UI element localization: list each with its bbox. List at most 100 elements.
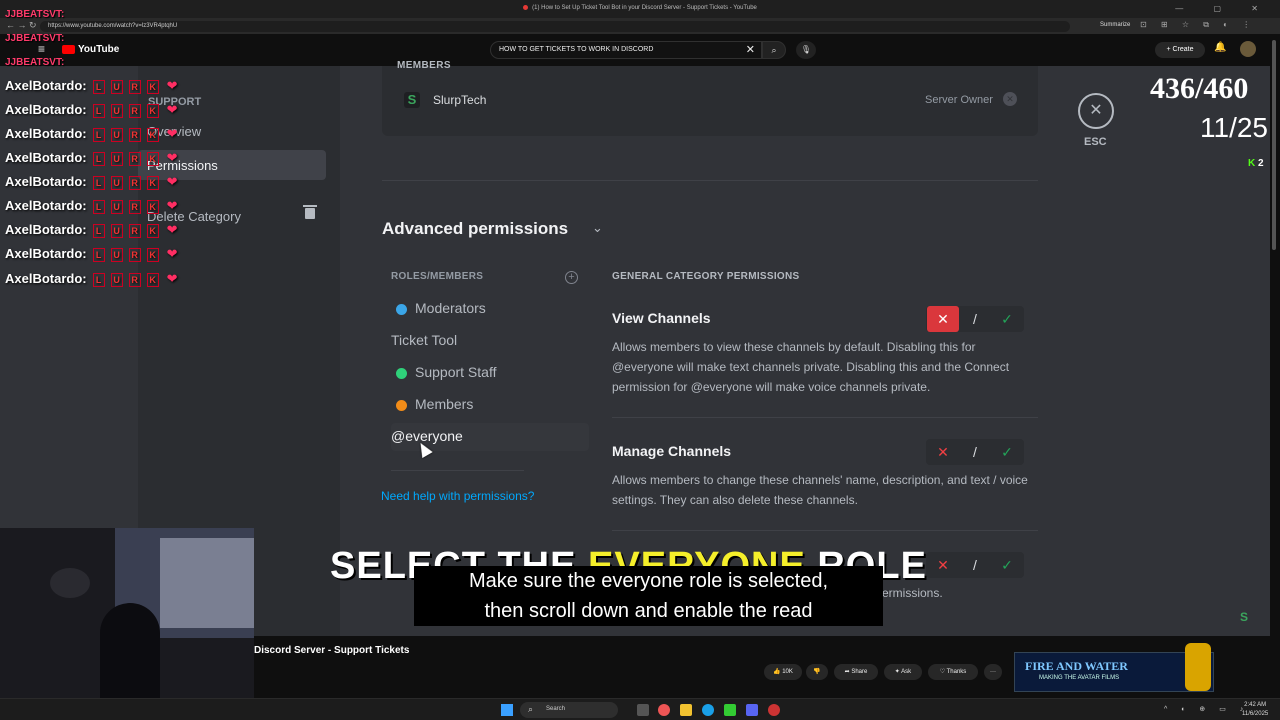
notifications-bell-icon[interactable]: 🔔 (1214, 42, 1226, 53)
emote-icon: R (128, 175, 141, 190)
discord-icon[interactable] (746, 704, 758, 716)
chat-line: AxelBotardo: L U R K ❤ (5, 222, 178, 238)
emote-icon: R (128, 199, 141, 214)
chat-line: AxelBotardo: L U R K ❤ (5, 102, 178, 118)
heart-icon: ❤ (166, 102, 178, 117)
member-name: SlurpTech (433, 93, 487, 107)
allow-check-icon[interactable]: ✓ (991, 552, 1023, 578)
heart-icon: ❤ (166, 271, 178, 286)
file-explorer-icon[interactable] (680, 704, 692, 716)
more-actions-button[interactable]: ··· (984, 664, 1002, 680)
back-forward-reload-icons[interactable]: ← → ↻ (6, 20, 37, 31)
hamburger-menu-icon[interactable]: ≡ (38, 42, 45, 56)
members-header: MEMBERS (397, 60, 451, 71)
subtitle-box: Make sure the everyone role is selected,… (414, 566, 883, 626)
microphone-icon[interactable]: 🎙 (796, 41, 816, 59)
extension-icons[interactable]: ⊡ ⊞ ☆ ⧉ ◐ ⋮ (1140, 20, 1256, 30)
chrome-icon[interactable] (658, 704, 670, 716)
allow-check-icon[interactable]: ✓ (991, 439, 1023, 465)
neutral-icon[interactable]: / (959, 552, 991, 578)
emote-icon: L (92, 272, 105, 287)
permission-divider (612, 530, 1038, 531)
permissions-help-link[interactable]: Need help with permissions? (381, 489, 534, 503)
summarize-button[interactable]: Summarize (1100, 22, 1130, 28)
neutral-icon[interactable]: / (959, 306, 991, 332)
emote-icon: R (128, 247, 141, 262)
trash-icon[interactable] (303, 205, 317, 219)
permission-name: Manage Channels (612, 443, 732, 459)
advanced-permissions-title[interactable]: Advanced permissions (382, 219, 568, 239)
search-icon[interactable]: ⌕ (762, 41, 786, 59)
search-input[interactable]: HOW TO GET TICKETS TO WORK IN DISCORD ✕ (490, 41, 762, 59)
ask-button[interactable]: ✦ Ask (884, 664, 922, 680)
emote-icon: U (110, 199, 123, 214)
browser-title-bar: (1) How to Set Up Ticket Tool Bot in you… (0, 0, 1280, 18)
role-item-support-staff[interactable]: Support Staff (391, 359, 589, 387)
remove-member-icon[interactable]: ✕ (1003, 92, 1017, 106)
chat-line: AxelBotardo: L U R K ❤ (5, 126, 178, 142)
like-button[interactable]: 👍 10K (764, 664, 802, 680)
heart-icon: ❤ (166, 198, 178, 213)
emote-icon: K (146, 79, 159, 94)
webcam-poster (160, 538, 254, 628)
deny-icon[interactable]: ✕ (927, 439, 959, 465)
taskbar-search[interactable]: Search (520, 702, 618, 718)
url-field[interactable]: https://www.youtube.com/watch?v=lz3VR4pt… (40, 21, 1070, 32)
deny-icon[interactable]: ✕ (927, 552, 959, 578)
system-tray-icons[interactable]: ^ ◐ ⊕ ▭ ♪ (1164, 705, 1249, 713)
task-view-icon[interactable] (637, 704, 649, 716)
clear-search-icon[interactable]: ✕ (746, 43, 755, 56)
app-icon[interactable] (724, 704, 736, 716)
windows-start-icon[interactable] (501, 704, 513, 716)
tab-title[interactable]: (1) How to Set Up Ticket Tool Bot in you… (0, 5, 1280, 11)
chat-line: AxelBotardo: L U R K ❤ (5, 271, 178, 287)
role-color-dot (396, 400, 407, 411)
thumbs-down-icon: 👎 (813, 669, 821, 675)
edge-icon[interactable] (702, 704, 714, 716)
sponsored-ad[interactable]: FIRE AND WATER MAKING THE AVATAR FILMS (1014, 643, 1214, 692)
allow-check-icon[interactable]: ✓ (991, 306, 1023, 332)
emote-icon: L (92, 151, 105, 166)
neutral-icon[interactable]: / (959, 439, 991, 465)
role-item-moderators[interactable]: Moderators (391, 295, 589, 323)
windows-taskbar: Search ^ ◐ ⊕ ▭ ♪ 2:42 AM11/6/2025 (0, 698, 1280, 720)
chat-username: JJBEATSVT: (5, 57, 65, 68)
taskbar-clock[interactable]: 2:42 AM 11/6/2025 (1242, 701, 1268, 719)
permission-toggle-manage-channels[interactable]: ✕ / ✓ (926, 439, 1024, 465)
share-button[interactable]: ➦ Share (834, 664, 878, 680)
youtube-logo[interactable]: YouTube (62, 44, 119, 55)
dislike-button[interactable]: 👎 (806, 664, 828, 680)
add-role-icon[interactable]: + (565, 271, 578, 284)
role-item-ticket-tool[interactable]: Ticket Tool (391, 327, 589, 355)
page-scrollbar[interactable] (1272, 40, 1276, 250)
emote-icon: U (110, 223, 123, 238)
chat-line: AxelBotardo: L U R K ❤ (5, 150, 178, 166)
emote-icon: U (110, 103, 123, 118)
permission-description: Allows members to view these channels by… (612, 340, 1010, 394)
chat-line: AxelBotardo: L U R K ❤ (5, 246, 178, 262)
deny-icon[interactable]: ✕ (927, 306, 959, 332)
emote-icon: K (146, 127, 159, 142)
webcam-feed (0, 528, 254, 720)
roles-members-header: ROLES/MEMBERS (391, 271, 484, 282)
goal-counter: 436/460 (1150, 72, 1249, 105)
permission-toggle-third[interactable]: ✕ / ✓ (926, 552, 1024, 578)
emote-icon: L (92, 79, 105, 94)
section-divider (382, 180, 1038, 181)
video-title: Discord Server - Support Tickets (254, 645, 410, 656)
permission-toggle-view-channels[interactable]: ✕ / ✓ (926, 306, 1024, 332)
emote-icon: K (146, 272, 159, 287)
obs-icon[interactable] (768, 704, 780, 716)
window-controls[interactable]: — ▢ ✕ (1175, 4, 1272, 13)
chevron-down-icon[interactable]: ⌄ (592, 220, 603, 236)
account-avatar[interactable] (1240, 41, 1256, 57)
close-settings-icon[interactable]: ✕ (1078, 93, 1114, 129)
emote-icon: L (92, 103, 105, 118)
create-button[interactable]: + Create (1155, 42, 1205, 58)
permission-name: View Channels (612, 310, 711, 326)
kick-logo-icon: K (1248, 158, 1256, 169)
emote-icon: R (128, 272, 141, 287)
role-color-dot (396, 304, 407, 315)
thanks-button[interactable]: ♡ Thanks (928, 664, 978, 680)
role-item-members[interactable]: Members (391, 391, 589, 419)
